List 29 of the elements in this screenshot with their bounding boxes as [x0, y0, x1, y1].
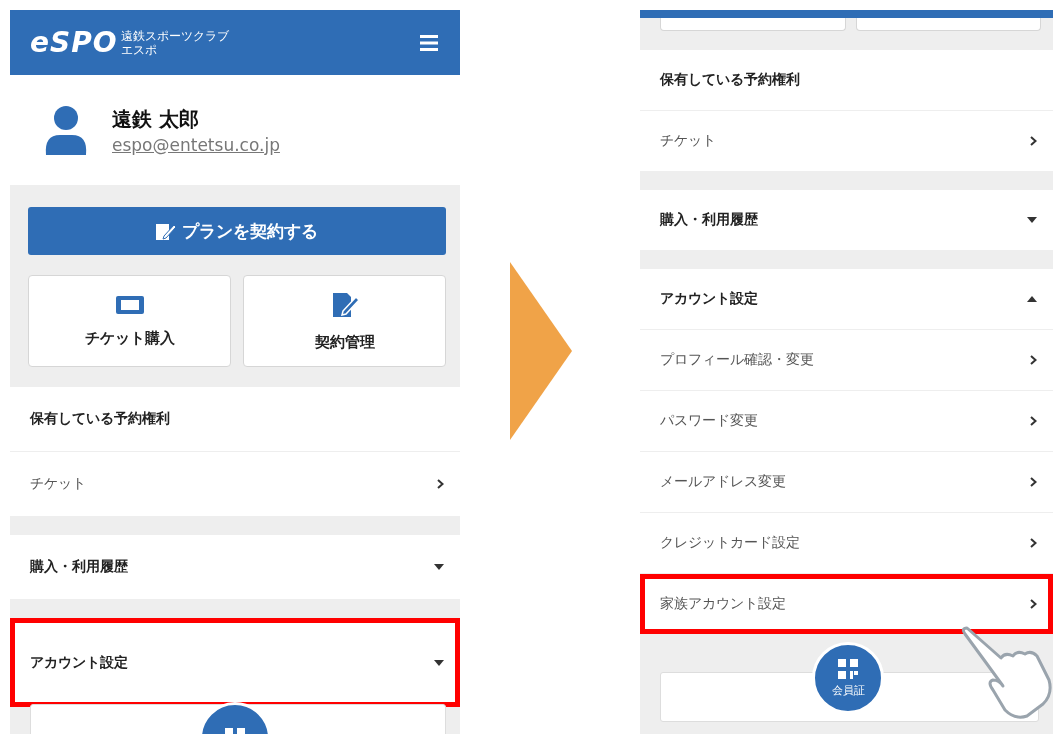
caret-down-icon [434, 659, 444, 666]
edit-icon [330, 290, 359, 319]
arrow-icon [510, 262, 572, 440]
logo-subtitle: エスポ [121, 42, 159, 57]
action-card[interactable]: 契約管理 [243, 275, 446, 367]
caret-up-icon [1027, 296, 1037, 302]
chevron-right-icon [437, 479, 444, 489]
qr-code-icon [838, 658, 858, 679]
chevron-right-icon [1030, 355, 1037, 365]
member-card-button[interactable]: 会員証 [812, 642, 884, 714]
accordion-header[interactable]: アカウント設定 [10, 618, 460, 708]
logo-text: eSPO [30, 26, 118, 59]
menu-icon[interactable] [420, 34, 438, 51]
caret-down-icon [1027, 217, 1037, 223]
caret-down-icon [434, 564, 444, 570]
email-link[interactable]: espo@entetsu.co.jp [112, 134, 280, 155]
menu-item[interactable]: 家族アカウント設定 [640, 574, 1053, 635]
avatar-icon [44, 105, 88, 155]
plan-button[interactable]: プランを契約する [28, 207, 446, 255]
logo-subtitle: 遠鉄スポーツクラブ [121, 28, 230, 43]
chevron-right-icon [1030, 136, 1037, 146]
chevron-right-icon [1030, 538, 1037, 548]
ticket-icon [114, 294, 145, 315]
chevron-right-icon [1030, 599, 1037, 609]
chevron-right-icon [1030, 477, 1037, 487]
edit-icon [156, 222, 176, 240]
action-card[interactable]: チケット購入 [28, 275, 231, 367]
user-name: 遠鉄 太郎 [112, 105, 200, 133]
chevron-right-icon [1030, 416, 1037, 426]
